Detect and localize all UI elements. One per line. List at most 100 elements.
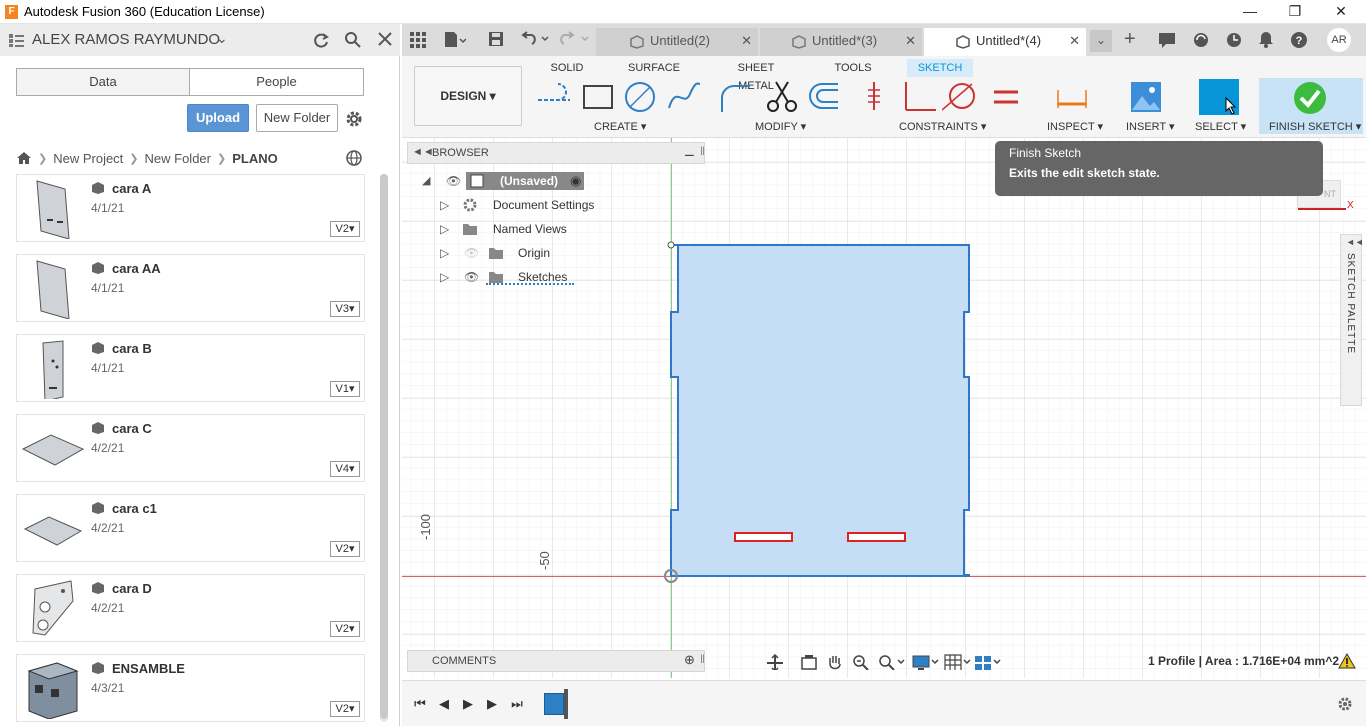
modify-menu[interactable]: MODIFY ▾ [755, 120, 806, 133]
eye-icon[interactable]: 👁 [464, 267, 479, 287]
collapse-triangle-icon[interactable]: ◢ [422, 171, 430, 191]
list-item[interactable]: cara B 4/1/21 V1▾ [16, 334, 365, 402]
pan-hand-icon[interactable] [826, 654, 844, 670]
orbit-icon[interactable] [766, 654, 784, 670]
grid-settings-icon[interactable] [944, 654, 972, 670]
display-settings-icon[interactable] [912, 654, 940, 670]
save-icon[interactable] [488, 31, 504, 47]
coincident-constraint-icon[interactable] [860, 80, 896, 114]
select-tool-icon[interactable] [1199, 79, 1239, 115]
spline-tool-icon[interactable] [666, 80, 702, 114]
tab-untitled-4[interactable]: Untitled*(4) ✕ [924, 28, 1086, 56]
close-tab-icon[interactable]: ✕ [741, 28, 752, 54]
home-icon[interactable] [16, 151, 32, 165]
search-icon[interactable] [344, 31, 362, 49]
refresh-icon[interactable] [312, 31, 330, 49]
collapse-browser-icon[interactable]: ◄◄ [412, 146, 434, 158]
layers-icon[interactable] [8, 33, 24, 47]
browser-item-sketches[interactable]: ▷ 👁 Sketches [438, 267, 598, 287]
new-tab-plus-icon[interactable]: + [1124, 28, 1136, 51]
create-menu[interactable]: CREATE ▾ [594, 120, 646, 133]
browser-item-named-views[interactable]: ▷ Named Views [438, 219, 598, 239]
tab-surface[interactable]: SURFACE [626, 59, 682, 77]
chevron-down-icon[interactable]: ⌄ [216, 30, 228, 47]
tab-tools[interactable]: TOOLS [832, 59, 874, 77]
tab-untitled-2[interactable]: Untitled(2) ✕ [596, 28, 758, 56]
browser-item-origin[interactable]: ▷ 👁 Origin [438, 243, 598, 263]
app-grid-icon[interactable] [410, 32, 426, 48]
tab-sheet-metal[interactable]: SHEET METAL [719, 59, 793, 92]
browser-root[interactable]: ◢ 👁 (Unsaved) ◉ [420, 171, 590, 191]
browser-minimize-icon[interactable]: ⚊ [684, 145, 695, 159]
tangent-constraint-icon[interactable] [942, 80, 978, 114]
finish-sketch-menu[interactable]: FINISH SKETCH ▾ [1269, 120, 1361, 133]
file-name[interactable]: cara C [112, 421, 152, 436]
timeline-play-icon[interactable]: ▶ [460, 696, 476, 712]
expand-triangle-icon[interactable]: ▷ [440, 267, 449, 287]
timeline-first-icon[interactable]: ⏮ [412, 696, 428, 712]
clock-icon[interactable] [1225, 31, 1243, 49]
trim-tool-icon[interactable] [764, 80, 800, 114]
expand-palette-icon[interactable]: ◄◄ [1346, 237, 1364, 247]
close-icon[interactable] [377, 31, 393, 47]
browser-resize-handle[interactable]: ‖ [700, 144, 705, 158]
user-name[interactable]: ALEX RAMOS RAYMUNDO [32, 31, 220, 48]
tab-solid[interactable]: SOLID [545, 59, 589, 77]
help-icon[interactable]: ? [1290, 31, 1308, 49]
measure-tool-icon[interactable] [1054, 80, 1090, 114]
circle-tool-icon[interactable] [622, 80, 658, 114]
job-status-icon[interactable] [1158, 32, 1176, 48]
version-badge[interactable]: V2▾ [330, 221, 360, 237]
version-badge[interactable]: V4▾ [330, 461, 360, 477]
file-name[interactable]: cara A [112, 181, 151, 196]
select-menu[interactable]: SELECT ▾ [1195, 120, 1246, 133]
timeline-settings-gear-icon[interactable] [1336, 695, 1354, 713]
list-item[interactable]: cara AA 4/1/21 V3▾ [16, 254, 365, 322]
file-name[interactable]: ENSAMBLE [112, 661, 185, 676]
version-badge[interactable]: V2▾ [330, 541, 360, 557]
breadcrumb-folder[interactable]: New Folder [145, 151, 211, 166]
rectangle-tool-icon[interactable] [580, 80, 616, 114]
version-badge[interactable]: V2▾ [330, 621, 360, 637]
line-tool-icon[interactable] [536, 80, 572, 114]
look-at-icon[interactable] [800, 654, 818, 670]
browser-item-document-settings[interactable]: ▷ Document Settings [438, 195, 598, 215]
close-tab-icon[interactable]: ✕ [1069, 28, 1080, 54]
breadcrumb-project[interactable]: New Project [53, 151, 123, 166]
sync-icon[interactable] [1192, 31, 1210, 49]
file-list-scrollbar-thumb[interactable] [380, 174, 388, 719]
file-menu-icon[interactable] [444, 31, 466, 49]
expand-triangle-icon[interactable]: ▷ [440, 219, 449, 239]
file-name[interactable]: cara c1 [112, 501, 157, 516]
file-name[interactable]: cara AA [112, 261, 161, 276]
workspace-dropdown[interactable]: DESIGN ▾ [414, 66, 522, 126]
bell-icon[interactable] [1258, 31, 1274, 49]
timeline-prev-icon[interactable]: ◀ [436, 696, 452, 712]
fillet-tool-icon[interactable] [718, 80, 754, 114]
timeline-sketch-feature[interactable] [544, 693, 564, 715]
tab-untitled-3[interactable]: Untitled*(3) ✕ [760, 28, 922, 56]
tab-data[interactable]: Data [16, 68, 190, 96]
tab-sketch[interactable]: SKETCH [907, 59, 973, 77]
upload-button[interactable]: Upload [187, 104, 249, 132]
timeline-next-icon[interactable]: ▶ [484, 696, 500, 712]
equal-constraint-icon[interactable] [988, 80, 1024, 114]
viewports-icon[interactable] [974, 654, 1002, 670]
insert-image-icon[interactable] [1128, 80, 1164, 114]
redo-icon[interactable] [560, 31, 590, 47]
expand-triangle-icon[interactable]: ▷ [440, 243, 449, 263]
close-window-button[interactable]: ✕ [1331, 2, 1351, 20]
perpendicular-constraint-icon[interactable] [902, 80, 938, 114]
zoom-icon[interactable] [852, 654, 870, 670]
fit-zoom-icon[interactable] [878, 654, 906, 670]
file-name[interactable]: cara D [112, 581, 152, 596]
tab-overflow-chevron-icon[interactable]: ⌄ [1090, 30, 1112, 52]
tab-people[interactable]: People [189, 68, 364, 96]
offset-tool-icon[interactable] [806, 80, 842, 114]
minimize-button[interactable]: — [1240, 2, 1260, 20]
finish-sketch-check-icon[interactable] [1292, 80, 1328, 114]
eye-icon[interactable]: 👁 [446, 171, 461, 191]
inspect-menu[interactable]: INSPECT ▾ [1047, 120, 1103, 133]
sketch-palette-tab[interactable]: ◄◄ SKETCH PALETTE [1340, 234, 1364, 406]
new-folder-button[interactable]: New Folder [256, 104, 338, 132]
